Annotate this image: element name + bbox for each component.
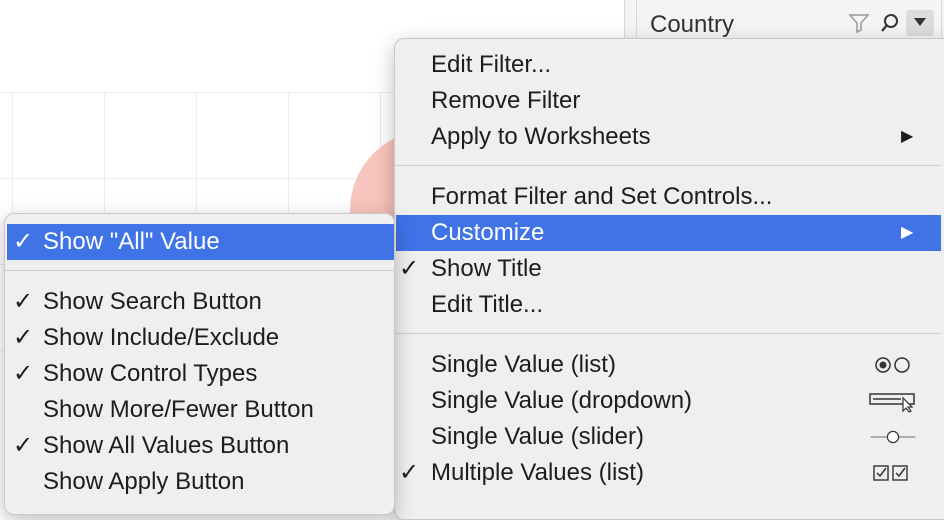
customize-submenu: ✓ Show "All" Value ✓ Show Search Button … [4,213,395,515]
filter-menu-button[interactable] [906,10,934,36]
checkmark-icon: ✓ [13,360,34,387]
menu-separator [395,165,941,166]
checkmark-icon: ✓ [13,228,34,255]
menu-item-customize[interactable]: Customize ▶ [396,215,941,251]
checkmark-icon: ✓ [13,432,34,459]
submenu-item-show-more-fewer-button[interactable]: Show More/Fewer Button [5,392,394,428]
search-icon[interactable] [878,10,902,36]
menu-item-show-title[interactable]: ✓ Show Title [395,251,944,287]
submenu-item-show-all-value[interactable]: ✓ Show "All" Value [7,224,394,260]
radio-buttons-icon [869,351,917,379]
checkmark-icon: ✓ [13,324,34,351]
submenu-item-show-control-types[interactable]: ✓ Show Control Types [5,356,394,392]
menu-item-apply-to-worksheets[interactable]: Apply to Worksheets ▶ [395,119,944,155]
menu-item-edit-filter[interactable]: Edit Filter... [395,47,944,83]
menu-item-edit-title[interactable]: Edit Title... [395,287,944,323]
filter-title: Country [650,11,735,38]
menu-item-multiple-values-list[interactable]: ✓ Multiple Values (list) [395,455,944,491]
checkmark-icon: ✓ [399,255,420,282]
dropdown-control-icon [869,387,917,415]
checkmark-icon: ✓ [13,288,34,315]
checkboxes-icon [869,459,917,487]
checkmark-icon: ✓ [399,459,420,486]
funnel-icon[interactable] [847,10,871,36]
menu-item-single-value-list[interactable]: Single Value (list) [395,347,944,383]
submenu-item-show-apply-button[interactable]: Show Apply Button [5,464,394,500]
slider-control-icon [869,423,917,451]
menu-separator [395,333,941,334]
submenu-item-show-search-button[interactable]: ✓ Show Search Button [5,284,394,320]
menu-item-format-filter[interactable]: Format Filter and Set Controls... [395,179,944,215]
submenu-item-show-include-exclude[interactable]: ✓ Show Include/Exclude [5,320,394,356]
submenu-arrow-icon: ▶ [901,128,914,145]
chevron-down-icon [913,14,927,32]
menu-item-single-value-dropdown[interactable]: Single Value (dropdown) [395,383,944,419]
menu-item-single-value-slider[interactable]: Single Value (slider) [395,419,944,455]
menu-item-remove-filter[interactable]: Remove Filter [395,83,944,119]
submenu-arrow-icon: ▶ [901,224,914,241]
submenu-item-show-all-values-button[interactable]: ✓ Show All Values Button [5,428,394,464]
menu-separator [5,270,394,271]
filter-context-menu: Edit Filter... Remove Filter Apply to Wo… [394,38,944,520]
